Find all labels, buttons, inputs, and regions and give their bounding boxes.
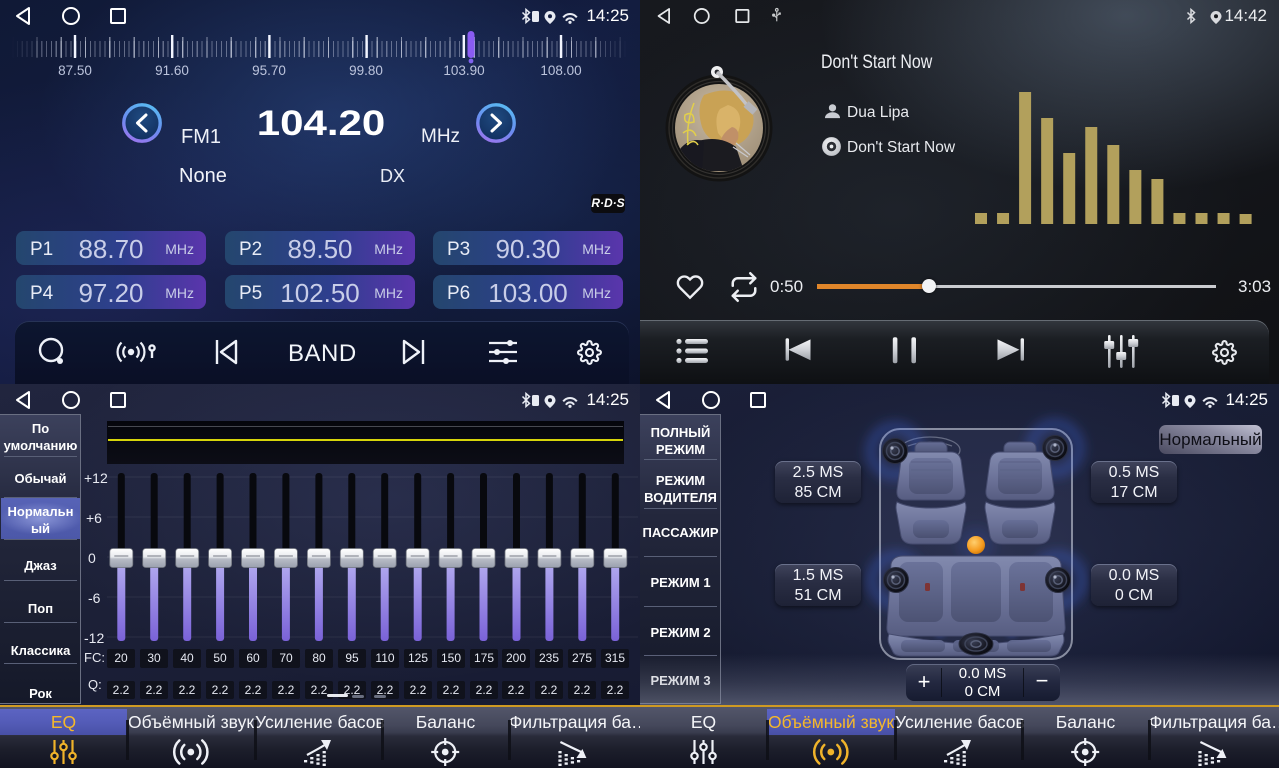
svg-text:91.60: 91.60	[155, 63, 189, 78]
svg-text:108.00: 108.00	[540, 63, 581, 78]
svg-text:87.50: 87.50	[58, 63, 92, 78]
svg-text:103.90: 103.90	[443, 63, 484, 78]
svg-text:95.70: 95.70	[252, 63, 286, 78]
svg-text:99.80: 99.80	[349, 63, 383, 78]
